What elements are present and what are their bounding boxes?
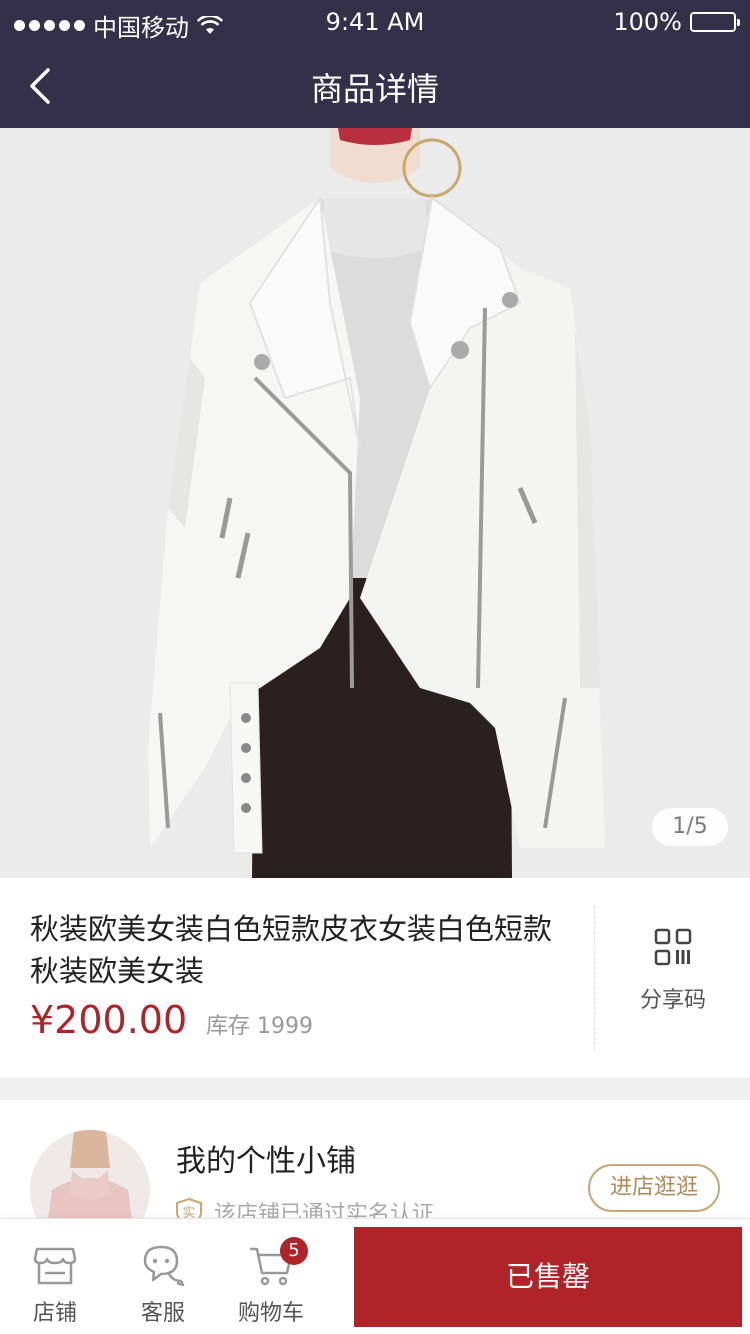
- image-pager: 1/5: [652, 808, 728, 846]
- tab-customer-service[interactable]: 客服: [110, 1219, 216, 1334]
- tab-cart-label: 购物车: [237, 1301, 304, 1326]
- tab-customer-service-label: 客服: [140, 1301, 185, 1326]
- chat-icon: [143, 1245, 185, 1287]
- product-name: 秋装欧美女装白色短款皮衣女装白色短款秋装欧美女装: [30, 912, 553, 988]
- share-code-button[interactable]: 分享码: [596, 928, 750, 1014]
- battery-icon: [690, 12, 740, 32]
- bottom-action-bar: 店铺 客服 5 购物车 已售罄: [0, 1218, 750, 1334]
- visit-shop-button[interactable]: 进店逛逛: [588, 1164, 720, 1212]
- info-divider: [594, 906, 595, 1050]
- product-stock: 库存 1999: [206, 1014, 313, 1039]
- navigation-bar: 商品详情: [0, 44, 750, 128]
- share-code-label: 分享码: [639, 988, 706, 1013]
- product-info: 秋装欧美女装白色短款皮衣女装白色短款秋装欧美女装 ¥200.00 库存 1999…: [0, 878, 750, 1078]
- qr-code-icon: [654, 928, 692, 966]
- tab-cart[interactable]: 5 购物车: [218, 1219, 324, 1334]
- store-icon: [33, 1247, 77, 1285]
- product-price: ¥200.00: [30, 998, 188, 1042]
- tab-store-label: 店铺: [32, 1301, 77, 1326]
- page-title: 商品详情: [310, 70, 439, 108]
- tab-store[interactable]: 店铺: [2, 1219, 108, 1334]
- product-photo: [0, 128, 750, 878]
- status-right: 100%: [613, 8, 740, 36]
- cart-badge: 5: [280, 1237, 308, 1265]
- product-image-gallery[interactable]: 1/5: [0, 128, 750, 878]
- top-bar: 中国移动 9:41 AM 100% 商品详情: [0, 0, 750, 128]
- battery-percent: 100%: [613, 8, 682, 36]
- status-bar: 中国移动 9:41 AM 100%: [0, 0, 750, 44]
- shop-name: 我的个性小铺: [176, 1144, 356, 1179]
- sold-out-button[interactable]: 已售罄: [354, 1227, 742, 1327]
